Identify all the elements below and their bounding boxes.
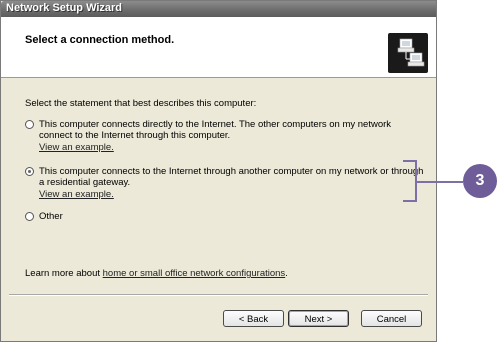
- radio-direct-connection[interactable]: [25, 120, 34, 129]
- title-bar[interactable]: Network Setup Wizard: [1, 1, 436, 17]
- option-other-label: Other: [39, 211, 63, 222]
- view-example-link-1[interactable]: View an example.: [39, 142, 114, 153]
- network-computers-icon: [388, 33, 428, 73]
- cancel-button[interactable]: Cancel: [361, 310, 422, 327]
- wizard-header: Select a connection method.: [1, 17, 436, 78]
- window-title: Network Setup Wizard: [6, 2, 123, 14]
- prompt-label: Select the statement that best describes…: [25, 98, 257, 109]
- view-example-link-2[interactable]: View an example.: [39, 189, 114, 200]
- radio-through-another-computer[interactable]: [25, 167, 34, 176]
- network-configurations-link[interactable]: home or small office network configurati…: [103, 268, 286, 279]
- wizard-window: Network Setup Wizard Select a connection…: [0, 0, 437, 342]
- learn-more-text: Learn more about home or small office ne…: [25, 268, 288, 279]
- radio-other[interactable]: [25, 212, 34, 221]
- page-heading: Select a connection method.: [25, 34, 175, 46]
- next-button[interactable]: Next >: [288, 310, 349, 327]
- option-through-label: This computer connects to the Internet t…: [39, 166, 424, 188]
- step-callout-badge: 3: [463, 164, 497, 198]
- back-button[interactable]: < Back: [223, 310, 284, 327]
- wizard-content: Select the statement that best describes…: [1, 78, 436, 341]
- callout-bracket: [403, 160, 417, 202]
- callout-connector: [417, 181, 463, 183]
- option-direct-label: This computer connects directly to the I…: [39, 119, 392, 141]
- button-separator: [9, 294, 428, 296]
